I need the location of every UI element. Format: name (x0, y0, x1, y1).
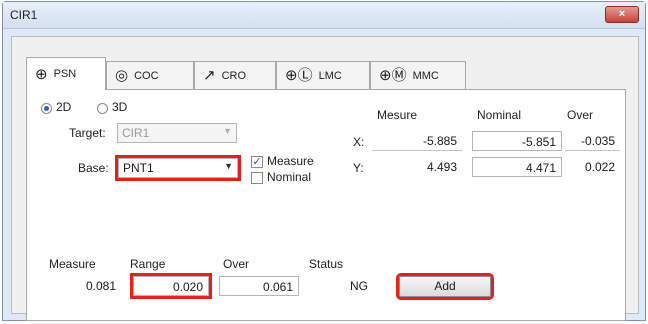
close-button[interactable]: × (605, 6, 639, 23)
target-label: Target: (69, 126, 106, 140)
range-field[interactable]: 0.020 (130, 273, 212, 299)
mmc-icon: ⊕Ⓜ (379, 67, 407, 84)
tab-mmc[interactable]: ⊕Ⓜ MMC (370, 61, 466, 89)
col-header-nominal: Nominal (477, 108, 522, 122)
crosshair-icon: ⊕ (35, 65, 48, 83)
tab-label: COC (134, 69, 159, 82)
tab-label: MMC (412, 69, 439, 82)
axis-label-y: Y: (353, 161, 364, 175)
tab-label: PSN (53, 68, 77, 80)
y-over-value: 0.022 (584, 160, 615, 174)
tab-lmc[interactable]: ⊕Ⓛ LMC (276, 61, 370, 89)
col-header-over: Over (567, 108, 594, 122)
base-select[interactable]: PNT1 ▼ (115, 155, 241, 181)
status-label: Status (309, 257, 344, 271)
x-over-value: -0.035 (565, 131, 620, 151)
base-value: PNT1 (123, 161, 154, 175)
dialog-body: ⊕ PSN ◎ COC ↗ CRO ⊕Ⓛ LMC ⊕Ⓜ MMC 2D 3D Ta… (11, 36, 639, 321)
nominal-checkbox[interactable] (251, 172, 263, 184)
radio-2d[interactable] (41, 103, 52, 114)
measure-label: Measure (49, 257, 96, 271)
nominal-checkbox-label: Nominal (267, 170, 312, 184)
title-bar: CIR1 × (3, 2, 645, 29)
cir1-dialog: CIR1 × ⊕ PSN ◎ COC ↗ CRO ⊕Ⓛ LMC ⊕Ⓜ MMC 2… (2, 1, 646, 321)
col-header-mesure: Mesure (377, 108, 418, 122)
tab-psn[interactable]: ⊕ PSN (26, 57, 106, 90)
tab-label: CRO (221, 69, 247, 82)
measure-checkbox[interactable]: ✓ (251, 156, 263, 168)
target-value: CIR1 (122, 126, 150, 140)
tab-label: LMC (318, 69, 342, 82)
chevron-down-icon: ▼ (224, 161, 233, 171)
y-mesure-value: 4.493 (426, 160, 457, 174)
axis-label-x: X: (353, 135, 365, 149)
add-button[interactable]: Add (396, 273, 494, 300)
window-title: CIR1 (10, 8, 38, 22)
radio-3d-label: 3D (112, 100, 128, 114)
tab-coc[interactable]: ◎ COC (106, 61, 194, 89)
radio-2d-label: 2D (56, 100, 72, 114)
concentric-circle-icon: ◎ (115, 67, 129, 84)
arrow-icon: ↗ (203, 67, 216, 84)
target-select[interactable]: CIR1 ▼ (117, 123, 237, 143)
over-field[interactable]: 0.061 (219, 276, 299, 296)
measure-value: 0.081 (85, 279, 116, 293)
radio-3d[interactable] (97, 103, 108, 114)
range-label: Range (130, 257, 166, 271)
chevron-down-icon: ▼ (223, 126, 232, 136)
tab-cro[interactable]: ↗ CRO (194, 61, 276, 89)
measure-checkbox-label: Measure (267, 154, 314, 168)
x-nominal-field[interactable]: -5.851 (472, 131, 562, 151)
lmc-icon: ⊕Ⓛ (285, 67, 313, 84)
y-nominal-field[interactable]: 4.471 (472, 157, 562, 177)
base-label: Base: (78, 161, 109, 175)
psn-panel: 2D 3D Target: CIR1 ▼ Base: PNT1 ▼ ✓ Meas… (26, 89, 626, 321)
over-label: Over (223, 257, 250, 271)
status-value: NG (350, 279, 368, 293)
x-mesure-value: -5.885 (372, 131, 462, 151)
